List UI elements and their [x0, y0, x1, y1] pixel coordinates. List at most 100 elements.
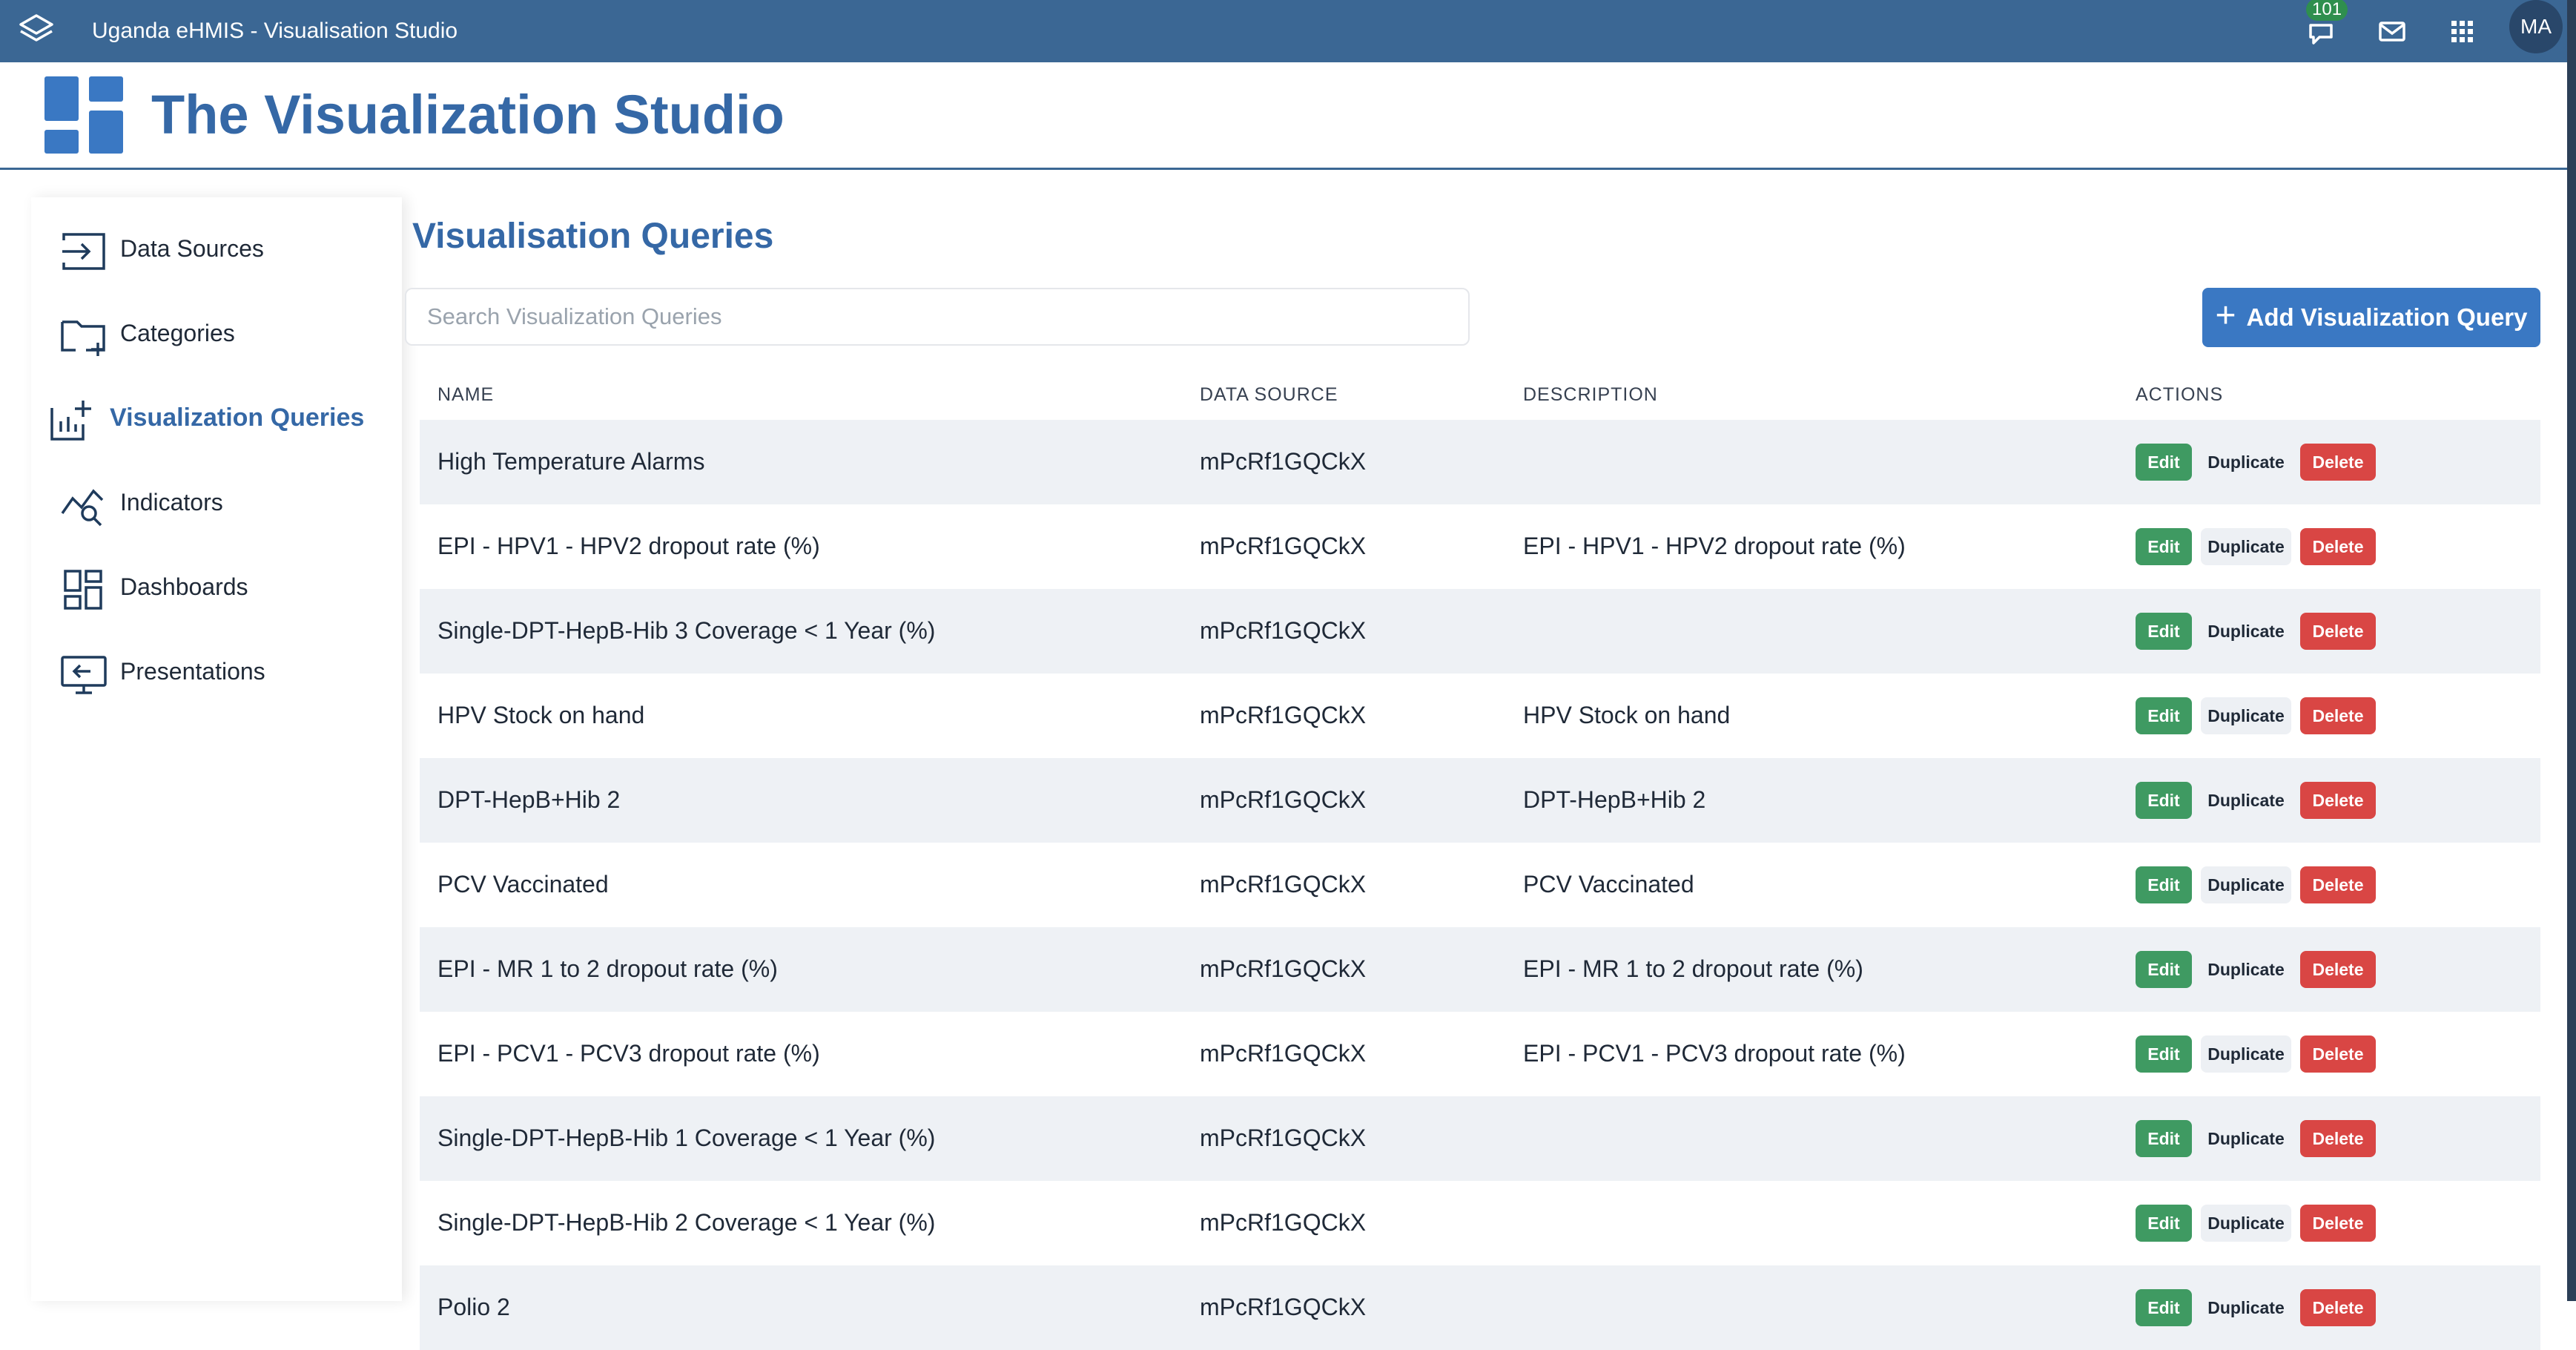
sidebar-item-label: Categories — [120, 320, 235, 346]
sidebar: Data Sources Categories Visualization Qu… — [31, 197, 402, 1301]
duplicate-button[interactable]: Duplicate — [2201, 782, 2291, 819]
duplicate-button[interactable]: Duplicate — [2201, 697, 2291, 734]
user-avatar[interactable]: MA — [2509, 0, 2563, 53]
column-header-description[interactable]: DESCRIPTION — [1523, 380, 1658, 409]
mail-icon[interactable] — [2371, 10, 2413, 52]
duplicate-button[interactable]: Duplicate — [2201, 1120, 2291, 1157]
delete-button[interactable]: Delete — [2300, 1035, 2376, 1073]
edit-button[interactable]: Edit — [2136, 1120, 2192, 1157]
column-header-data-source[interactable]: DATA SOURCE — [1200, 380, 1338, 409]
column-header-actions: ACTIONS — [2136, 384, 2224, 405]
sidebar-item-label: Data Sources — [120, 235, 264, 262]
presentation-icon — [61, 656, 107, 694]
query-name: Single-DPT-HepB-Hib 3 Coverage < 1 Year … — [437, 617, 936, 644]
edit-button[interactable]: Edit — [2136, 613, 2192, 650]
plus-icon: + — [2215, 296, 2236, 335]
duplicate-button[interactable]: Duplicate — [2201, 866, 2291, 903]
sidebar-item-label: Visualization Queries — [110, 404, 365, 432]
brand-title: The Visualization Studio — [151, 84, 785, 145]
query-description: EPI - HPV1 - HPV2 dropout rate (%) — [1523, 533, 1906, 559]
edit-button[interactable]: Edit — [2136, 1289, 2192, 1326]
trend-search-icon — [61, 489, 104, 527]
duplicate-button[interactable]: Duplicate — [2201, 951, 2291, 988]
add-button-label: Add Visualization Query — [2246, 303, 2528, 331]
apps-grid-icon[interactable] — [2441, 10, 2483, 52]
query-name: Single-DPT-HepB-Hib 2 Coverage < 1 Year … — [437, 1209, 936, 1236]
table-row[interactable]: Polio 2 mPcRf1GQCkX Edit Duplicate Delete — [420, 1265, 2540, 1350]
duplicate-button[interactable]: Duplicate — [2201, 1035, 2291, 1073]
query-name: HPV Stock on hand — [437, 702, 645, 728]
query-name: Polio 2 — [437, 1294, 510, 1320]
sidebar-item-label: Dashboards — [120, 573, 248, 600]
query-name: PCV Vaccinated — [437, 871, 609, 898]
duplicate-button[interactable]: Duplicate — [2201, 444, 2291, 481]
dashboard-icon — [64, 570, 102, 610]
sidebar-item-label: Indicators — [120, 489, 223, 516]
column-header-name[interactable]: NAME — [437, 380, 494, 409]
input-arrow-icon — [62, 233, 105, 270]
edit-button[interactable]: Edit — [2136, 782, 2192, 819]
table-row[interactable]: PCV Vaccinated mPcRf1GQCkX PCV Vaccinated E… — [420, 843, 2540, 927]
query-name: DPT-HepB+Hib 2 — [437, 786, 621, 813]
delete-button[interactable]: Delete — [2300, 866, 2376, 903]
query-data-source: mPcRf1GQCkX — [1200, 1294, 1367, 1320]
delete-button[interactable]: Delete — [2300, 951, 2376, 988]
sidebar-item-visualization-queries[interactable]: Visualization Queries — [31, 384, 402, 451]
query-description: DPT-HepB+Hib 2 — [1523, 786, 1706, 813]
page-title: Visualisation Queries — [412, 217, 774, 256]
delete-button[interactable]: Delete — [2300, 1120, 2376, 1157]
sidebar-item-indicators[interactable]: Indicators — [31, 469, 402, 536]
table-row[interactable]: Single-DPT-HepB-Hib 1 Coverage < 1 Year … — [420, 1096, 2540, 1181]
query-data-source: mPcRf1GQCkX — [1200, 955, 1367, 982]
query-data-source: mPcRf1GQCkX — [1200, 786, 1367, 813]
chart-add-icon — [50, 401, 91, 441]
query-name: High Temperature Alarms — [437, 448, 705, 475]
sidebar-item-data-sources[interactable]: Data Sources — [31, 215, 402, 282]
query-description: PCV Vaccinated — [1523, 871, 1694, 898]
delete-button[interactable]: Delete — [2300, 697, 2376, 734]
sidebar-item-categories[interactable]: Categories — [31, 300, 402, 366]
table-row[interactable]: EPI - PCV1 - PCV3 dropout rate (%) mPcRf1… — [420, 1012, 2540, 1096]
query-data-source: mPcRf1GQCkX — [1200, 448, 1367, 475]
edit-button[interactable]: Edit — [2136, 528, 2192, 565]
table-row[interactable]: EPI - HPV1 - HPV2 dropout rate (%) mPcRf1… — [420, 504, 2540, 589]
delete-button[interactable]: Delete — [2300, 528, 2376, 565]
query-data-source: mPcRf1GQCkX — [1200, 617, 1367, 644]
table-row[interactable]: Single-DPT-HepB-Hib 2 Coverage < 1 Year … — [420, 1181, 2540, 1265]
delete-button[interactable]: Delete — [2300, 1289, 2376, 1326]
table-row[interactable]: DPT-HepB+Hib 2 mPcRf1GQCkX DPT-HepB+Hib 2 E… — [420, 758, 2540, 843]
edit-button[interactable]: Edit — [2136, 866, 2192, 903]
duplicate-button[interactable]: Duplicate — [2201, 1289, 2291, 1326]
delete-button[interactable]: Delete — [2300, 444, 2376, 481]
folder-plus-icon — [61, 320, 105, 356]
table-row[interactable]: High Temperature Alarms mPcRf1GQCkX Edit Du… — [420, 420, 2540, 504]
duplicate-button[interactable]: Duplicate — [2201, 528, 2291, 565]
add-visualization-query-button[interactable]: + Add Visualization Query — [2202, 288, 2540, 347]
edit-button[interactable]: Edit — [2136, 1205, 2192, 1242]
query-data-source: mPcRf1GQCkX — [1200, 871, 1367, 898]
edit-button[interactable]: Edit — [2136, 951, 2192, 988]
window-edge — [2567, 0, 2576, 1301]
query-description: EPI - MR 1 to 2 dropout rate (%) — [1523, 955, 1863, 982]
query-data-source: mPcRf1GQCkX — [1200, 1040, 1367, 1067]
table-row[interactable]: HPV Stock on hand mPcRf1GQCkX HPV Stock on… — [420, 674, 2540, 758]
query-name: Single-DPT-HepB-Hib 1 Coverage < 1 Year … — [437, 1125, 936, 1151]
layers-icon[interactable] — [13, 8, 59, 54]
query-data-source: mPcRf1GQCkX — [1200, 1125, 1367, 1151]
query-name: EPI - HPV1 - HPV2 dropout rate (%) — [437, 533, 820, 559]
sidebar-item-presentations[interactable]: Presentations — [31, 638, 402, 705]
sidebar-item-dashboards[interactable]: Dashboards — [31, 553, 402, 620]
duplicate-button[interactable]: Duplicate — [2201, 1205, 2291, 1242]
edit-button[interactable]: Edit — [2136, 697, 2192, 734]
edit-button[interactable]: Edit — [2136, 1035, 2192, 1073]
table-row[interactable]: EPI - MR 1 to 2 dropout rate (%) mPcRf1GQ… — [420, 927, 2540, 1012]
duplicate-button[interactable]: Duplicate — [2201, 613, 2291, 650]
table-row[interactable]: Single-DPT-HepB-Hib 3 Coverage < 1 Year … — [420, 589, 2540, 674]
edit-button[interactable]: Edit — [2136, 444, 2192, 481]
delete-button[interactable]: Delete — [2300, 782, 2376, 819]
table-header: NAME DATA SOURCE DESCRIPTION ACTIONS — [420, 371, 2540, 420]
query-name: EPI - MR 1 to 2 dropout rate (%) — [437, 955, 778, 982]
delete-button[interactable]: Delete — [2300, 1205, 2376, 1242]
search-input[interactable] — [405, 288, 1470, 346]
delete-button[interactable]: Delete — [2300, 613, 2376, 650]
